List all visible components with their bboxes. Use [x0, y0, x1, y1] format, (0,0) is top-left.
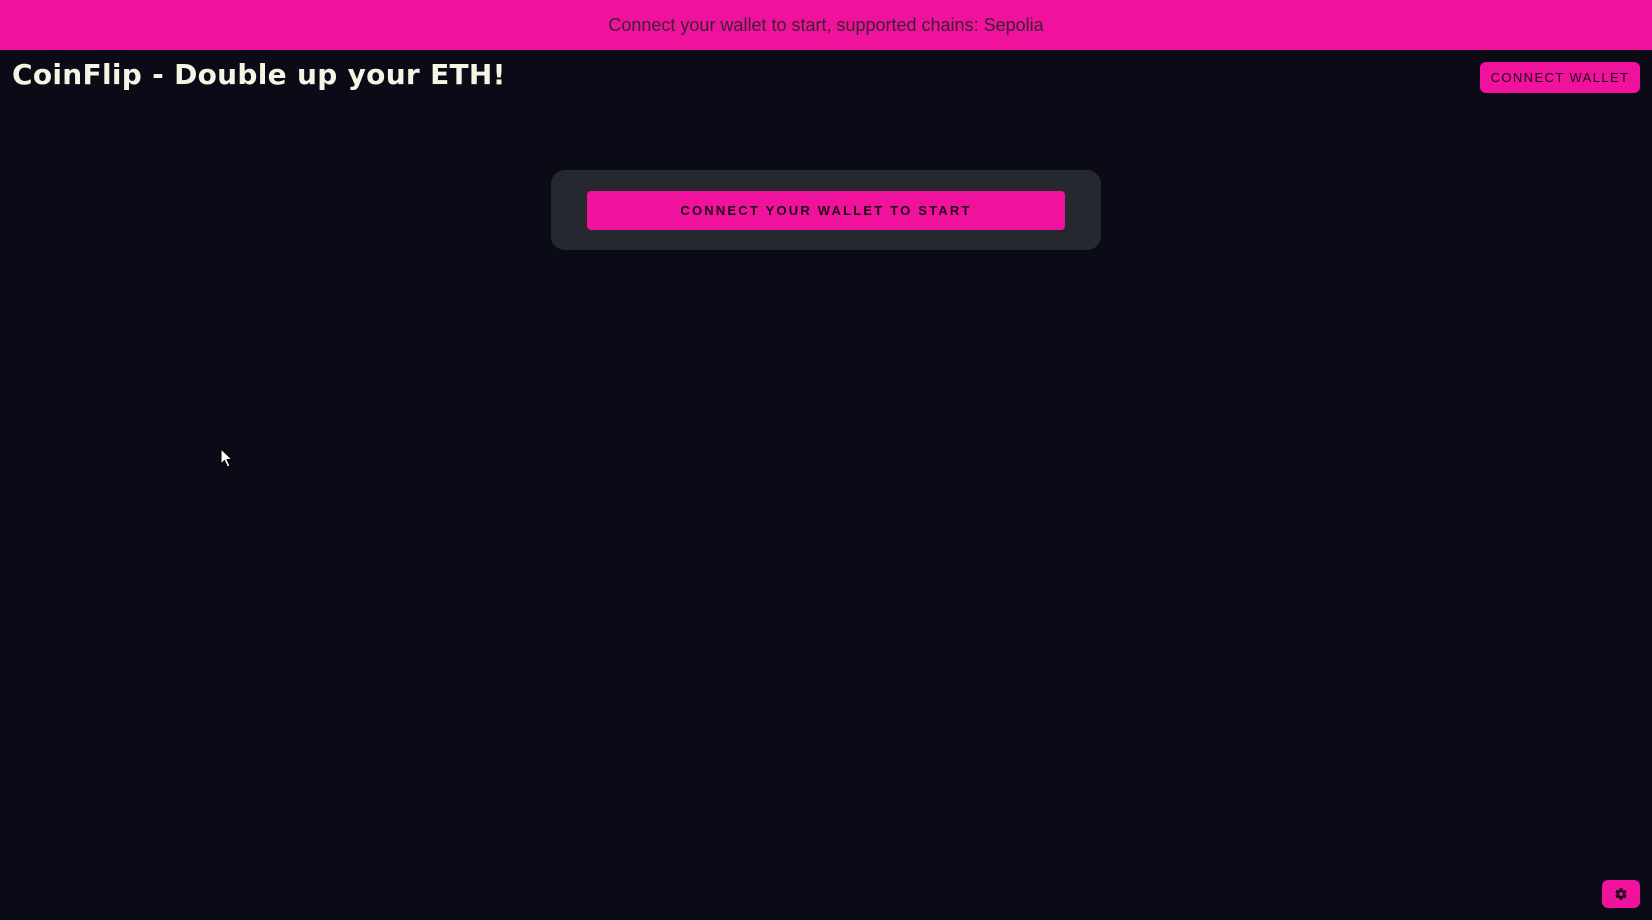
app-title: CoinFlip - Double up your ETH! — [12, 58, 506, 91]
connect-wallet-to-start-button[interactable]: CONNECT YOUR WALLET TO START — [587, 190, 1065, 230]
top-banner: Connect your wallet to start, supported … — [0, 0, 1652, 50]
connect-card: CONNECT YOUR WALLET TO START — [551, 170, 1101, 250]
page: Connect your wallet to start, supported … — [0, 0, 1652, 920]
settings-button[interactable] — [1602, 880, 1640, 908]
mouse-pointer-icon — [220, 448, 234, 468]
banner-text: Connect your wallet to start, supported … — [608, 14, 1044, 35]
gear-icon — [1615, 888, 1627, 900]
connect-wallet-button[interactable]: CONNECT WALLET — [1480, 62, 1640, 93]
